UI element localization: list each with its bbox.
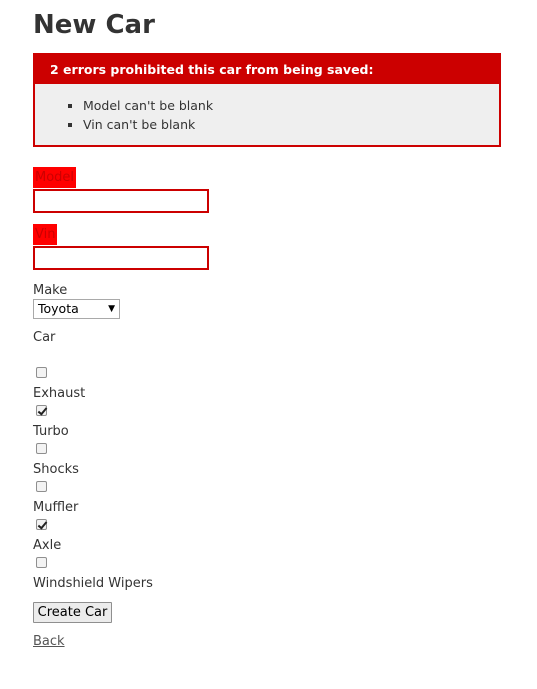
model-field[interactable]	[33, 189, 209, 213]
error-item-vin: Vin can't be blank	[83, 115, 499, 134]
make-select[interactable]: Toyota ▼	[33, 299, 120, 319]
muffler-label: Muffler	[33, 500, 79, 515]
create-car-button[interactable]: Create Car	[33, 602, 112, 623]
windshield-wipers-checkbox[interactable]	[36, 557, 47, 568]
dropdown-arrow-icon: ▼	[108, 304, 115, 314]
turbo-checkbox[interactable]	[36, 405, 47, 416]
exhaust-checkbox[interactable]	[36, 367, 47, 378]
shocks-checkbox[interactable]	[36, 443, 47, 454]
back-link[interactable]: Back	[33, 634, 65, 649]
axle-checkbox[interactable]	[36, 519, 47, 530]
axle-label: Axle	[33, 538, 62, 553]
error-explanation: 2 errors prohibited this car from being …	[33, 53, 501, 147]
vin-label: Vin	[33, 224, 58, 245]
windshield-wipers-label: Windshield Wipers	[33, 576, 153, 591]
error-item-model: Model can't be blank	[83, 96, 499, 115]
turbo-label: Turbo	[33, 424, 69, 439]
exhaust-label: Exhaust	[33, 386, 86, 401]
car-label: Car	[33, 330, 56, 345]
make-label: Make	[33, 283, 68, 298]
vin-field[interactable]	[33, 246, 209, 270]
model-label: Model	[33, 167, 77, 188]
error-header: 2 errors prohibited this car from being …	[35, 55, 499, 84]
muffler-checkbox[interactable]	[36, 481, 47, 492]
page-title: New Car	[33, 10, 155, 40]
make-selected-value: Toyota	[38, 301, 79, 316]
shocks-label: Shocks	[33, 462, 79, 477]
error-list: Model can't be blank Vin can't be blank	[35, 84, 499, 134]
